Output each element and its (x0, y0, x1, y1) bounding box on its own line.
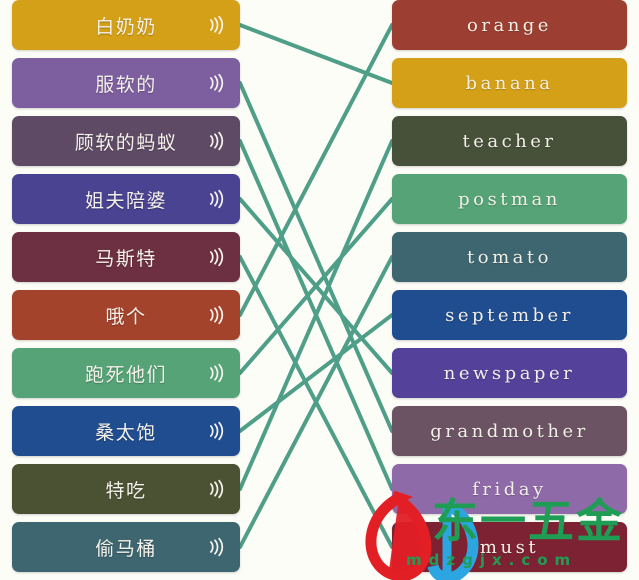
card-label: 顾软的蚂蚁 (74, 131, 178, 154)
right-card-5[interactable]: september (392, 290, 627, 340)
card-label: postman (458, 188, 561, 210)
right-card-2[interactable]: teacher (392, 116, 627, 166)
speaker-icon[interactable] (204, 130, 226, 152)
speaker-icon[interactable] (204, 246, 226, 268)
left-card-3[interactable]: 姐夫陪婆 (12, 174, 240, 224)
left-column: 白奶奶服软的顾软的蚂蚁姐夫陪婆马斯特哦个跑死他们桑太饱特吃偷马桶 (12, 0, 240, 580)
speaker-icon[interactable] (204, 188, 226, 210)
speaker-icon[interactable] (204, 420, 226, 442)
connection-line-4 (238, 255, 394, 549)
right-card-9[interactable]: must (392, 522, 627, 572)
left-card-2[interactable]: 顾软的蚂蚁 (12, 116, 240, 166)
left-card-4[interactable]: 马斯特 (12, 232, 240, 282)
connection-line-1 (238, 81, 394, 433)
connection-line-2 (238, 139, 394, 491)
speaker-icon[interactable] (204, 478, 226, 500)
right-column: orange banana teacher postman tomato septembe… (392, 0, 627, 580)
speaker-icon[interactable] (204, 362, 226, 384)
connection-line-8 (238, 139, 394, 491)
connection-line-9 (238, 255, 394, 549)
card-label: tomato (467, 246, 552, 268)
speaker-icon[interactable] (204, 536, 226, 558)
connection-line-7 (238, 313, 394, 433)
card-label: 偷马桶 (95, 537, 157, 560)
right-card-3[interactable]: postman (392, 174, 627, 224)
card-label: 白奶奶 (95, 15, 157, 38)
card-label: 服软的 (95, 73, 157, 96)
left-card-8[interactable]: 特吃 (12, 464, 240, 514)
card-label: newspaper (443, 362, 576, 384)
card-label: teacher (462, 130, 557, 152)
left-card-0[interactable]: 白奶奶 (12, 0, 240, 50)
right-card-1[interactable]: banana (392, 58, 627, 108)
card-label: 特吃 (105, 479, 147, 502)
card-label: 桑太饱 (95, 421, 157, 444)
card-label: orange (467, 14, 552, 36)
card-label: must (479, 536, 540, 558)
card-label: 跑死他们 (84, 363, 167, 386)
matching-exercise-board: 白奶奶服软的顾软的蚂蚁姐夫陪婆马斯特哦个跑死他们桑太饱特吃偷马桶 orange b… (0, 0, 639, 580)
card-label: grandmother (430, 420, 589, 442)
connection-line-3 (238, 197, 394, 375)
left-card-1[interactable]: 服软的 (12, 58, 240, 108)
right-card-8[interactable]: friday (392, 464, 627, 514)
card-label: banana (465, 72, 554, 94)
right-card-6[interactable]: newspaper (392, 348, 627, 398)
connection-line-0 (238, 23, 394, 85)
card-label: 姐夫陪婆 (84, 189, 167, 212)
left-card-7[interactable]: 桑太饱 (12, 406, 240, 456)
speaker-icon[interactable] (204, 304, 226, 326)
card-label: 哦个 (105, 305, 147, 328)
right-card-4[interactable]: tomato (392, 232, 627, 282)
right-card-7[interactable]: grandmother (392, 406, 627, 456)
left-card-9[interactable]: 偷马桶 (12, 522, 240, 572)
connection-line-6 (238, 197, 394, 375)
card-label: 马斯特 (95, 247, 157, 270)
left-card-5[interactable]: 哦个 (12, 290, 240, 340)
card-label: september (445, 304, 574, 326)
left-card-6[interactable]: 跑死他们 (12, 348, 240, 398)
connection-line-5 (238, 23, 394, 317)
card-label: friday (472, 478, 547, 500)
speaker-icon[interactable] (204, 72, 226, 94)
speaker-icon[interactable] (204, 14, 226, 36)
right-card-0[interactable]: orange (392, 0, 627, 50)
